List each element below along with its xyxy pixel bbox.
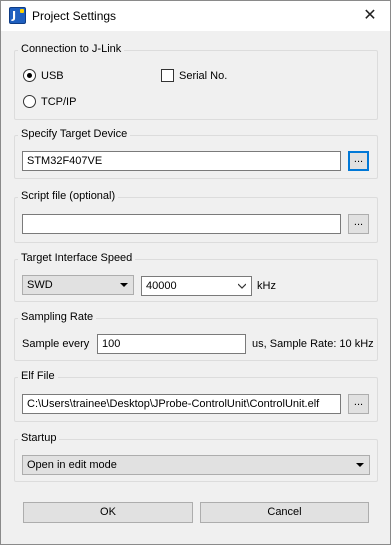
- startup-select-value: Open in edit mode: [27, 459, 117, 471]
- tcpip-radio[interactable]: [23, 95, 36, 108]
- speed-combobox-value: 40000: [146, 280, 177, 292]
- sampling-group-label: Sampling Rate: [18, 311, 97, 323]
- title-bar: J Project Settings ✕: [1, 1, 390, 31]
- usb-radio[interactable]: [23, 69, 36, 82]
- interface-select[interactable]: SWD: [22, 275, 134, 295]
- elf-file-browse-button[interactable]: ...: [348, 394, 369, 414]
- close-button[interactable]: ✕: [350, 1, 390, 31]
- serial-no-label[interactable]: Serial No.: [179, 70, 227, 82]
- sample-every-label: Sample every: [22, 338, 90, 350]
- target-device-browse-button[interactable]: ...: [348, 151, 369, 171]
- sample-rate-label: us, Sample Rate: 10 kHz: [252, 338, 374, 350]
- tcpip-label[interactable]: TCP/IP: [41, 96, 76, 108]
- speed-unit-label: kHz: [257, 280, 276, 292]
- script-file-group-label: Script file (optional): [18, 190, 119, 202]
- startup-select[interactable]: Open in edit mode: [22, 455, 370, 475]
- elf-file-input[interactable]: C:\Users\trainee\Desktop\JProbe-ControlU…: [22, 394, 341, 414]
- chevron-down-icon: [356, 463, 364, 467]
- chevron-down-icon: [120, 283, 128, 287]
- script-file-input[interactable]: [22, 214, 341, 234]
- serial-no-checkbox[interactable]: [161, 69, 174, 82]
- ok-button[interactable]: OK: [23, 502, 193, 523]
- cancel-button[interactable]: Cancel: [200, 502, 369, 523]
- interface-group-label: Target Interface Speed: [18, 252, 136, 264]
- connection-group-label: Connection to J-Link: [18, 43, 125, 55]
- app-icon: J: [9, 7, 26, 24]
- elf-file-group-label: Elf File: [18, 370, 58, 382]
- sample-interval-input[interactable]: 100: [97, 334, 246, 354]
- target-device-group-label: Specify Target Device: [18, 128, 131, 140]
- speed-combobox[interactable]: 40000: [141, 276, 252, 296]
- usb-label[interactable]: USB: [41, 70, 64, 82]
- chevron-down-icon: [238, 283, 246, 289]
- connection-group: Connection to J-Link: [14, 43, 378, 120]
- window-title: Project Settings: [32, 9, 117, 23]
- startup-group-label: Startup: [18, 432, 60, 444]
- project-settings-dialog: J Project Settings ✕ Connection to J-Lin…: [0, 0, 391, 545]
- target-device-input[interactable]: STM32F407VE: [22, 151, 341, 171]
- interface-select-value: SWD: [27, 279, 53, 291]
- script-file-browse-button[interactable]: ...: [348, 214, 369, 234]
